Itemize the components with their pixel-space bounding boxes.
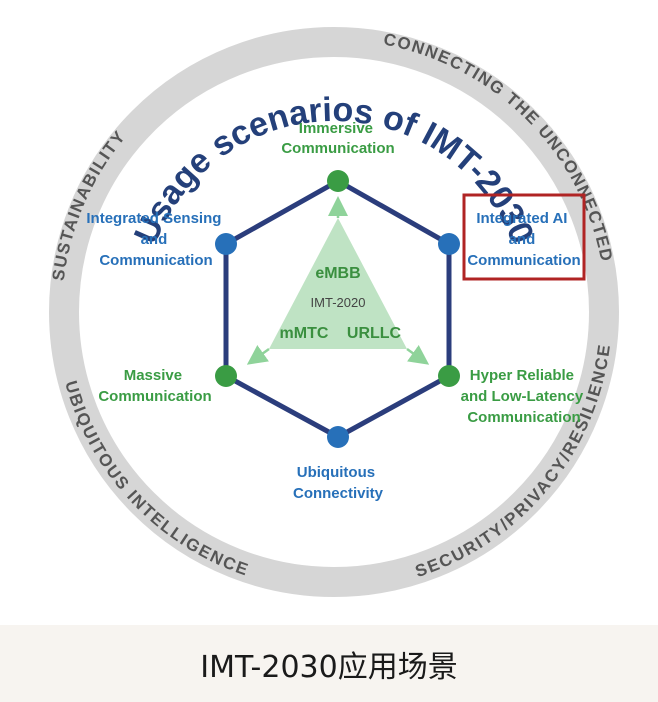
triangle-label-mmtc: mMTC: [280, 325, 329, 342]
scenario-label-integrated-sensing: Integrated Sensing and Communication: [86, 210, 225, 269]
scenario-label-ubiquitous: Ubiquitous Connectivity: [293, 464, 384, 502]
node-immersive: [327, 170, 349, 192]
arrow-left: [246, 345, 270, 365]
triangle-label-embb: eMBB: [315, 265, 360, 282]
scenario-label-massive: Massive Communication: [98, 367, 211, 405]
node-ubiquitous: [327, 426, 349, 448]
node-integrated-ai: [438, 233, 460, 255]
node-hyper-reliable: [438, 365, 460, 387]
arrow-right: [406, 345, 430, 365]
usage-scenarios-diagram: SUSTAINABILITY CONNECTING THE UNCONNECTE…: [49, 27, 619, 597]
triangle-label-urllc: URLLC: [347, 325, 402, 342]
usage-scenarios-figure: SUSTAINABILITY CONNECTING THE UNCONNECTE…: [0, 0, 658, 625]
triangle-label-imt2020: IMT-2020: [311, 295, 366, 310]
figure-caption: IMT-2030应用场景: [200, 649, 458, 685]
node-integrated-sensing: [215, 233, 237, 255]
scenario-label-hyper-reliable: Hyper Reliable and Low-Latency Communica…: [461, 367, 588, 426]
node-massive: [215, 365, 237, 387]
scenario-label-integrated-ai: Integrated AI and Communication: [467, 210, 580, 269]
